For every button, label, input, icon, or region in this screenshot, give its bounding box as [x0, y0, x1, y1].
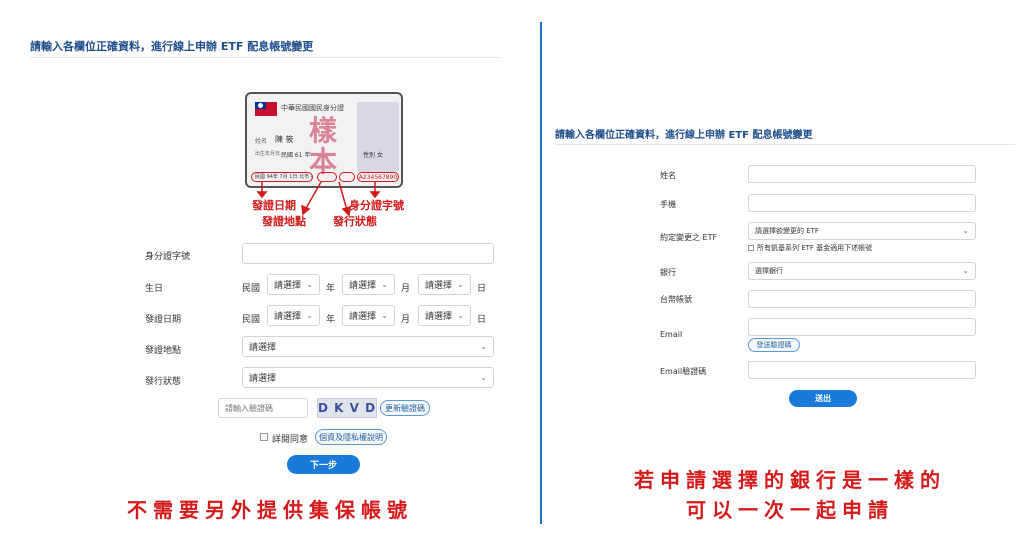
etf-label: 約定變更之 ETF: [660, 233, 718, 242]
right-page-heading: 請輸入各欄位正確資料，進行線上申辦 ETF 配息帳號變更: [555, 130, 813, 141]
right-caption-line1: 若申請選擇的銀行是一樣的: [634, 468, 946, 492]
next-step-button[interactable]: 下一步: [287, 455, 360, 474]
left-caption: 不需要另外提供集保帳號: [127, 498, 413, 522]
issue-place-select[interactable]: 請選擇 ⌄: [242, 336, 494, 357]
all-etf-checkbox[interactable]: [748, 245, 754, 251]
birthday-month-select[interactable]: 請選擇 ⌄: [342, 274, 395, 295]
issue-status-value: 請選擇: [249, 374, 277, 384]
etf-select-value: 請選擇欲變更的 ETF: [755, 227, 819, 235]
send-code-button[interactable]: 發送驗證碼: [748, 338, 800, 352]
chevron-down-icon: ⌄: [306, 279, 313, 289]
birthday-year-value: 請選擇: [274, 281, 302, 291]
issue-date-label: 發證日期: [145, 315, 182, 325]
issue-place-label: 發證地點: [145, 346, 182, 356]
issue-year-value: 請選擇: [274, 312, 302, 322]
birthday-day-unit: 日: [477, 284, 487, 294]
id-name-value: 陳 筱: [275, 135, 294, 144]
name-input[interactable]: [748, 165, 976, 183]
chevron-down-icon: ⌄: [381, 310, 388, 320]
annotation-issue-date: 發證日期: [252, 199, 296, 212]
email-code-label: Email驗證碼: [660, 367, 707, 376]
chevron-down-icon: ⌄: [381, 279, 388, 289]
agree-checkbox[interactable]: [260, 433, 268, 441]
flag-icon: [255, 102, 277, 116]
bank-select[interactable]: 選擇銀行 ⌄: [748, 262, 976, 280]
id-name-label: 姓名: [255, 138, 268, 145]
submit-button[interactable]: 送出: [789, 390, 857, 407]
left-page-heading: 請輸入各欄位正確資料，進行線上申辦 ETF 配息帳號變更: [30, 40, 314, 53]
issue-month-unit: 月: [401, 315, 411, 325]
captcha-image: D K V D: [317, 398, 377, 418]
id-gender-label: 性別: [363, 152, 376, 159]
issue-day-value: 請選擇: [425, 312, 453, 322]
issue-place-value: 請選擇: [249, 343, 277, 353]
chevron-down-icon: ⌄: [480, 341, 487, 351]
id-birth-value: 民國 61 年: [281, 152, 311, 159]
captcha-input[interactable]: [218, 398, 308, 418]
issue-year-select[interactable]: 請選擇 ⌄: [267, 305, 320, 326]
issue-month-select[interactable]: 請選擇 ⌄: [342, 305, 395, 326]
all-etf-label: 所有凱基系列 ETF 基金適用下述帳號: [757, 244, 873, 252]
email-label: Email: [660, 330, 683, 339]
all-etf-option[interactable]: 所有凱基系列 ETF 基金適用下述帳號: [748, 243, 872, 253]
etf-select[interactable]: 請選擇欲變更的 ETF ⌄: [748, 222, 976, 240]
email-input[interactable]: [748, 318, 976, 336]
panel-divider: [540, 22, 542, 524]
id-birth-label: 出生年月日: [255, 151, 281, 157]
chevron-down-icon: ⌄: [962, 226, 969, 236]
arrow-issue-status: [338, 181, 348, 211]
bank-select-value: 選擇銀行: [755, 267, 783, 275]
issue-status-select[interactable]: 請選擇 ⌄: [242, 367, 494, 388]
birthday-era: 民國: [242, 284, 261, 294]
chevron-down-icon: ⌄: [480, 372, 487, 382]
birthday-day-value: 請選擇: [425, 281, 453, 291]
chevron-down-icon: ⌄: [962, 266, 969, 276]
name-label: 姓名: [660, 171, 676, 180]
right-caption-line2: 可以一次一起申請: [686, 498, 894, 522]
issue-month-value: 請選擇: [349, 312, 377, 322]
issue-year-unit: 年: [326, 315, 336, 325]
id-gender: 性別 女: [363, 150, 383, 159]
birthday-label: 生日: [145, 284, 164, 294]
agree-label: 詳閱同意: [272, 435, 309, 445]
id-gender-value: 女: [376, 152, 383, 159]
phone-label: 手機: [660, 200, 676, 209]
right-heading-rule: [555, 144, 1015, 145]
annotation-id-number: 身分證字號: [349, 199, 404, 212]
birthday-month-value: 請選擇: [349, 281, 377, 291]
chevron-down-icon: ⌄: [306, 310, 313, 320]
issue-day-select[interactable]: 請選擇 ⌄: [418, 305, 471, 326]
phone-input[interactable]: [748, 194, 976, 212]
left-heading-rule: [30, 57, 500, 58]
birthday-day-select[interactable]: 請選擇 ⌄: [418, 274, 471, 295]
id-number-label: 身分證字號: [145, 252, 191, 262]
refresh-captcha-button[interactable]: 更新驗證碼: [380, 400, 430, 416]
account-label: 台幣帳號: [660, 295, 692, 304]
annotation-issue-status: 發行狀態: [333, 215, 377, 228]
id-card-title: 中華民國國民身分證: [281, 104, 344, 112]
birthday-month-unit: 月: [401, 284, 411, 294]
id-photo-placeholder: [357, 102, 399, 172]
issue-date-era: 民國: [242, 315, 261, 325]
email-code-input[interactable]: [748, 361, 976, 379]
sample-stamp: 樣本: [309, 114, 338, 178]
annotation-issue-place: 發證地點: [262, 215, 306, 228]
issue-status-label: 發行狀態: [145, 377, 182, 387]
arrow-issue-place: [304, 181, 322, 211]
privacy-policy-button[interactable]: 個資及隱私權說明: [315, 429, 387, 445]
birthday-year-select[interactable]: 請選擇 ⌄: [267, 274, 320, 295]
chevron-down-icon: ⌄: [457, 310, 464, 320]
bank-label: 銀行: [660, 268, 676, 277]
account-input[interactable]: [748, 290, 976, 308]
id-number-input[interactable]: [242, 243, 494, 264]
issue-day-unit: 日: [477, 315, 487, 325]
id-card-sample: 中華民國國民身分證 姓名 陳 筱 出生年月日 民國 61 年 性別 女 樣本 民…: [245, 92, 403, 188]
birthday-year-unit: 年: [326, 284, 336, 294]
chevron-down-icon: ⌄: [457, 279, 464, 289]
